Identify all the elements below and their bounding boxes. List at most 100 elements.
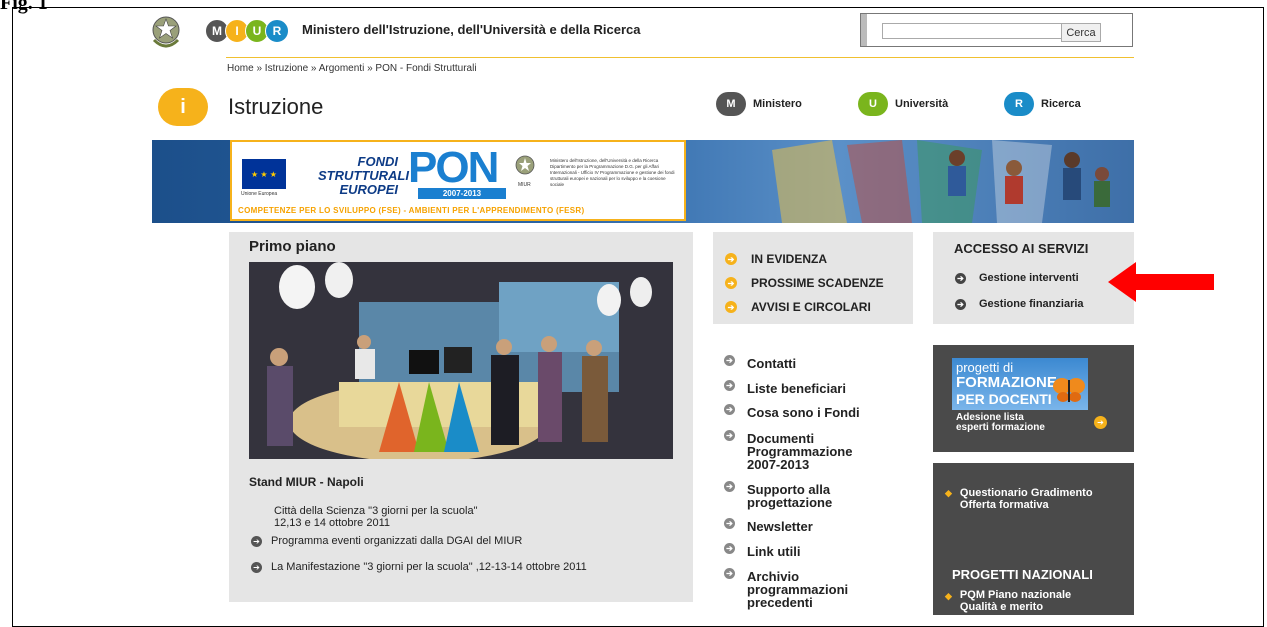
link-utili[interactable]: ➔ Link utili bbox=[724, 543, 801, 559]
butterfly-icon bbox=[1053, 378, 1085, 402]
ricerca-icon: R bbox=[1004, 92, 1034, 116]
event-line: Città della Scienza "3 giorni per la scu… bbox=[274, 505, 478, 517]
arrow-right-icon: ➔ bbox=[724, 430, 735, 441]
arrow-right-icon: ➔ bbox=[725, 301, 737, 313]
evidenza-item-in-evidenza[interactable]: ➔ IN EVIDENZA bbox=[725, 252, 827, 266]
formazione-banner-image: progetti di FORMAZIONE PER DOCENTI bbox=[952, 358, 1088, 410]
link-supporto[interactable]: ➔ Supporto alla progettazione bbox=[724, 481, 864, 510]
arrow-right-icon: ➔ bbox=[724, 481, 735, 492]
event-link-label: La Manifestazione "3 giorni per la scuol… bbox=[271, 561, 587, 573]
evidenza-item-scadenze[interactable]: ➔ PROSSIME SCADENZE bbox=[725, 276, 884, 290]
link-cosa-sono-fondi[interactable]: ➔ Cosa sono i Fondi bbox=[724, 404, 860, 420]
eu-caption: Unione Europea bbox=[241, 191, 278, 197]
stand-title[interactable]: Stand MIUR - Napoli bbox=[249, 475, 364, 489]
fondi-line: STRUTTURALI bbox=[318, 168, 409, 183]
miur-logo[interactable]: M I U R bbox=[205, 19, 289, 43]
event-link-manifestazione[interactable]: ➔ La Manifestazione "3 giorni per la scu… bbox=[251, 561, 587, 573]
evidenza-label: PROSSIME SCADENZE bbox=[751, 276, 884, 290]
gestione-finanziaria-link[interactable]: ➔ Gestione finanziaria bbox=[955, 298, 1084, 310]
arrow-right-icon: ➔ bbox=[724, 543, 735, 554]
promo-line: PER DOCENTI bbox=[956, 391, 1052, 407]
link-label: Liste beneficiari bbox=[747, 381, 846, 396]
arrow-right-icon: ➔ bbox=[724, 380, 735, 391]
search-button[interactable]: Cerca bbox=[1061, 23, 1101, 42]
fondi-strutturali-text: FONDI STRUTTURALI EUROPEI bbox=[318, 154, 409, 197]
page-title: Istruzione bbox=[228, 94, 324, 119]
promo-caption: Adesione lista esperti formazione bbox=[956, 413, 1045, 433]
link-liste-beneficiari[interactable]: ➔ Liste beneficiari bbox=[724, 380, 846, 396]
promo-line: FORMAZIONE bbox=[956, 374, 1057, 391]
ministry-small-text: Ministero dell'Istruzione, dell'Universi… bbox=[550, 158, 675, 187]
event-link-programma[interactable]: ➔ Programma eventi organizzati dalla DGA… bbox=[251, 535, 522, 547]
arrow-right-icon: ➔ bbox=[251, 561, 262, 573]
istruzione-icon: i bbox=[158, 88, 208, 126]
promo-line: progetti di bbox=[956, 360, 1014, 375]
arrow-right-icon: ➔ bbox=[724, 404, 735, 415]
promo-formazione-docenti[interactable]: progetti di FORMAZIONE PER DOCENTI Adesi… bbox=[933, 345, 1134, 452]
republic-emblem-icon bbox=[515, 155, 535, 175]
pon-banner[interactable]: ★ ★ ★ Unione Europea FONDI STRUTTURALI E… bbox=[152, 140, 1134, 223]
arrow-right-icon: ➔ bbox=[724, 568, 735, 579]
logo-letter-r: R bbox=[265, 19, 289, 43]
nav-ministero[interactable]: M Ministero bbox=[716, 92, 802, 116]
universita-icon: U bbox=[858, 92, 888, 116]
arrow-right-icon: ➔ bbox=[251, 535, 262, 547]
arrow-right-icon: ➔ bbox=[724, 355, 735, 366]
fondi-line: EUROPEI bbox=[339, 182, 398, 197]
banner-footer-text: COMPETENZE PER LO SVILUPPO (FSE) - AMBIE… bbox=[238, 206, 585, 215]
pon-logo: PON bbox=[408, 143, 499, 192]
site-name: Ministero dell'Istruzione, dell'Universi… bbox=[302, 22, 641, 37]
evidenza-label: AVVISI E CIRCOLARI bbox=[751, 300, 871, 314]
republic-emblem-icon bbox=[152, 16, 180, 48]
diamond-bullet-icon: ◆ bbox=[945, 591, 952, 601]
pqm-link[interactable]: ◆ PQM Piano nazionale Qualità e merito bbox=[945, 589, 1100, 613]
link-label: Link utili bbox=[747, 544, 801, 559]
fondi-line: FONDI bbox=[357, 154, 398, 169]
link-contatti[interactable]: ➔ Contatti bbox=[724, 355, 797, 371]
accesso-link-label: Gestione interventi bbox=[979, 272, 1079, 284]
stand-miur-photo[interactable] bbox=[249, 262, 673, 459]
accesso-servizi-panel: ACCESSO AI SERVIZI ➔ Gestione interventi… bbox=[933, 232, 1134, 324]
questionario-label: Questionario Gradimento Offerta formativ… bbox=[959, 487, 1093, 511]
nav-ricerca[interactable]: R Ricerca bbox=[1004, 92, 1081, 116]
link-label: Newsletter bbox=[747, 519, 813, 534]
evidenza-label: IN EVIDENZA bbox=[751, 252, 828, 266]
progetti-nazionali-panel: PROGETTI NAZIONALI ◆ PQM Piano nazionale… bbox=[933, 552, 1134, 615]
questionario-link[interactable]: ◆ Questionario Gradimento Offerta format… bbox=[945, 487, 1125, 511]
progetti-nazionali-title: PROGETTI NAZIONALI bbox=[952, 567, 1093, 582]
breadcrumb[interactable]: Home » Istruzione » Argomenti » PON - Fo… bbox=[227, 63, 477, 74]
pqm-label: PQM Piano nazionale Qualità e merito bbox=[959, 589, 1072, 613]
link-label: Documenti Programmazione 2007-2013 bbox=[747, 431, 853, 472]
link-label: Supporto alla progettazione bbox=[747, 482, 833, 510]
miur-caption: MIUR bbox=[518, 182, 531, 188]
pon-years: 2007-2013 bbox=[418, 188, 506, 199]
gestione-interventi-link[interactable]: ➔ Gestione interventi bbox=[955, 272, 1079, 284]
arrow-right-icon[interactable]: ➔ bbox=[1094, 416, 1107, 429]
eu-flag-icon: ★ ★ ★ bbox=[242, 159, 286, 189]
link-newsletter[interactable]: ➔ Newsletter bbox=[724, 518, 813, 534]
arrow-right-icon: ➔ bbox=[725, 277, 737, 289]
nav-universita[interactable]: U Università bbox=[858, 92, 948, 116]
accesso-link-label: Gestione finanziaria bbox=[979, 298, 1084, 310]
link-label: Cosa sono i Fondi bbox=[747, 405, 860, 420]
header-divider bbox=[226, 57, 1134, 58]
promo-questionario[interactable]: ◆ Questionario Gradimento Offerta format… bbox=[933, 463, 1134, 566]
accesso-title: ACCESSO AI SERVIZI bbox=[954, 241, 1089, 256]
link-documenti[interactable]: ➔ Documenti Programmazione 2007-2013 bbox=[724, 430, 874, 472]
link-archivio[interactable]: ➔ Archivio programmazioni precedenti bbox=[724, 568, 874, 610]
primo-piano-panel: Primo piano Stand MIUR - Napoli Città de… bbox=[229, 232, 693, 602]
link-label: Archivio programmazioni precedenti bbox=[747, 569, 849, 610]
evidenza-item-avvisi[interactable]: ➔ AVVISI E CIRCOLARI bbox=[725, 300, 871, 314]
diamond-bullet-icon: ◆ bbox=[945, 488, 952, 498]
nav-ricerca-label: Ricerca bbox=[1041, 98, 1081, 110]
link-label: Contatti bbox=[747, 356, 797, 371]
nav-universita-label: Università bbox=[895, 98, 949, 110]
red-pointer-arrow-icon bbox=[1108, 262, 1214, 302]
search-box-grip bbox=[861, 14, 867, 46]
search-input[interactable] bbox=[882, 23, 1064, 39]
event-link-label: Programma eventi organizzati dalla DGAI … bbox=[271, 535, 523, 547]
nav-ministero-label: Ministero bbox=[753, 98, 802, 110]
arrow-right-icon: ➔ bbox=[724, 518, 735, 529]
promo-caption-line: esperti formazione bbox=[956, 422, 1045, 433]
ministero-icon: M bbox=[716, 92, 746, 116]
